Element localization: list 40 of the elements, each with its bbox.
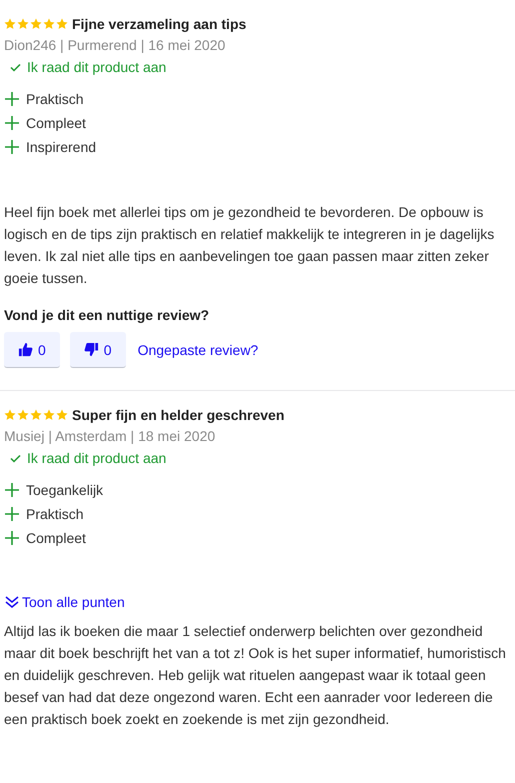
helpful-question: Vond je dit een nuttige review?: [4, 307, 210, 323]
pro-point: Inspirerend: [26, 139, 96, 155]
star-icon: [43, 18, 55, 30]
review-title: Fijne verzameling aan tips: [72, 16, 246, 32]
review-meta: Musiej | Amsterdam | 18 mei 2020: [4, 428, 216, 444]
check-icon: [10, 454, 21, 462]
double-chevron-icon: [4, 594, 20, 610]
plus-icon: [4, 482, 20, 498]
pro-point: Praktisch: [26, 506, 84, 522]
review-title: Super fijn en helder geschreven: [72, 407, 284, 423]
plus-icon: [4, 506, 20, 522]
star-icon: [17, 18, 29, 30]
star-icon: [30, 409, 42, 421]
star-icon: [4, 409, 16, 421]
thumbs-down-icon: [84, 342, 99, 357]
plus-icon: [4, 530, 20, 546]
check-icon: [10, 62, 21, 72]
star-icon: [56, 18, 68, 30]
thumbs-up-button[interactable]: 0: [4, 332, 60, 368]
review-meta: Dion246 | Purmerend | 16 mei 2020: [4, 37, 226, 53]
thumbs-up-icon: [18, 342, 33, 357]
star-icon: [30, 18, 42, 30]
pro-point: Praktisch: [26, 91, 84, 107]
star-icon: [4, 18, 16, 30]
star-icon: [43, 409, 55, 421]
thumbs-down-button[interactable]: 0: [70, 332, 126, 368]
plus-icon: [4, 139, 20, 155]
recommend-text: Ik raad dit product aan: [27, 450, 166, 466]
star-icon: [17, 409, 29, 421]
review-text: Altijd las ik boeken die maar 1 selectief onderwerp belichten over gezondheid maar dit boek beschrijft het van a tot z! Ook is het super informatief, humoristisch en duidelijk geschreven. Heb gelijk wat rituelen aangepast waar ik totaal geen besef van had dat deze ongezond waren. Echt een aanrader voor Iedereen die een praktisch boek zoekt en zoekende is met zijn gezondheid.: [4, 622, 507, 729]
report-link[interactable]: Ongepaste review?: [138, 342, 258, 358]
pro-point: Toegankelijk: [26, 482, 104, 498]
plus-icon: [4, 115, 20, 131]
show-all-link[interactable]: Toon alle punten: [4, 594, 125, 610]
plus-icon: [4, 91, 20, 107]
recommend-text: Ik raad dit product aan: [27, 59, 166, 75]
star-icon: [56, 409, 68, 421]
pro-point: Compleet: [26, 530, 86, 546]
review-text: Heel fijn boek met allerlei tips om je gezondheid te bevorderen. De opbouw is logisch en de tips zijn praktisch en relatief makkelijk te integreren in je dagelijks leven. Ik zal niet alle tips en aanbevelingen toe gaan passen maar zitten zeker goeie tussen.: [4, 203, 496, 288]
pro-point: Compleet: [26, 115, 86, 131]
